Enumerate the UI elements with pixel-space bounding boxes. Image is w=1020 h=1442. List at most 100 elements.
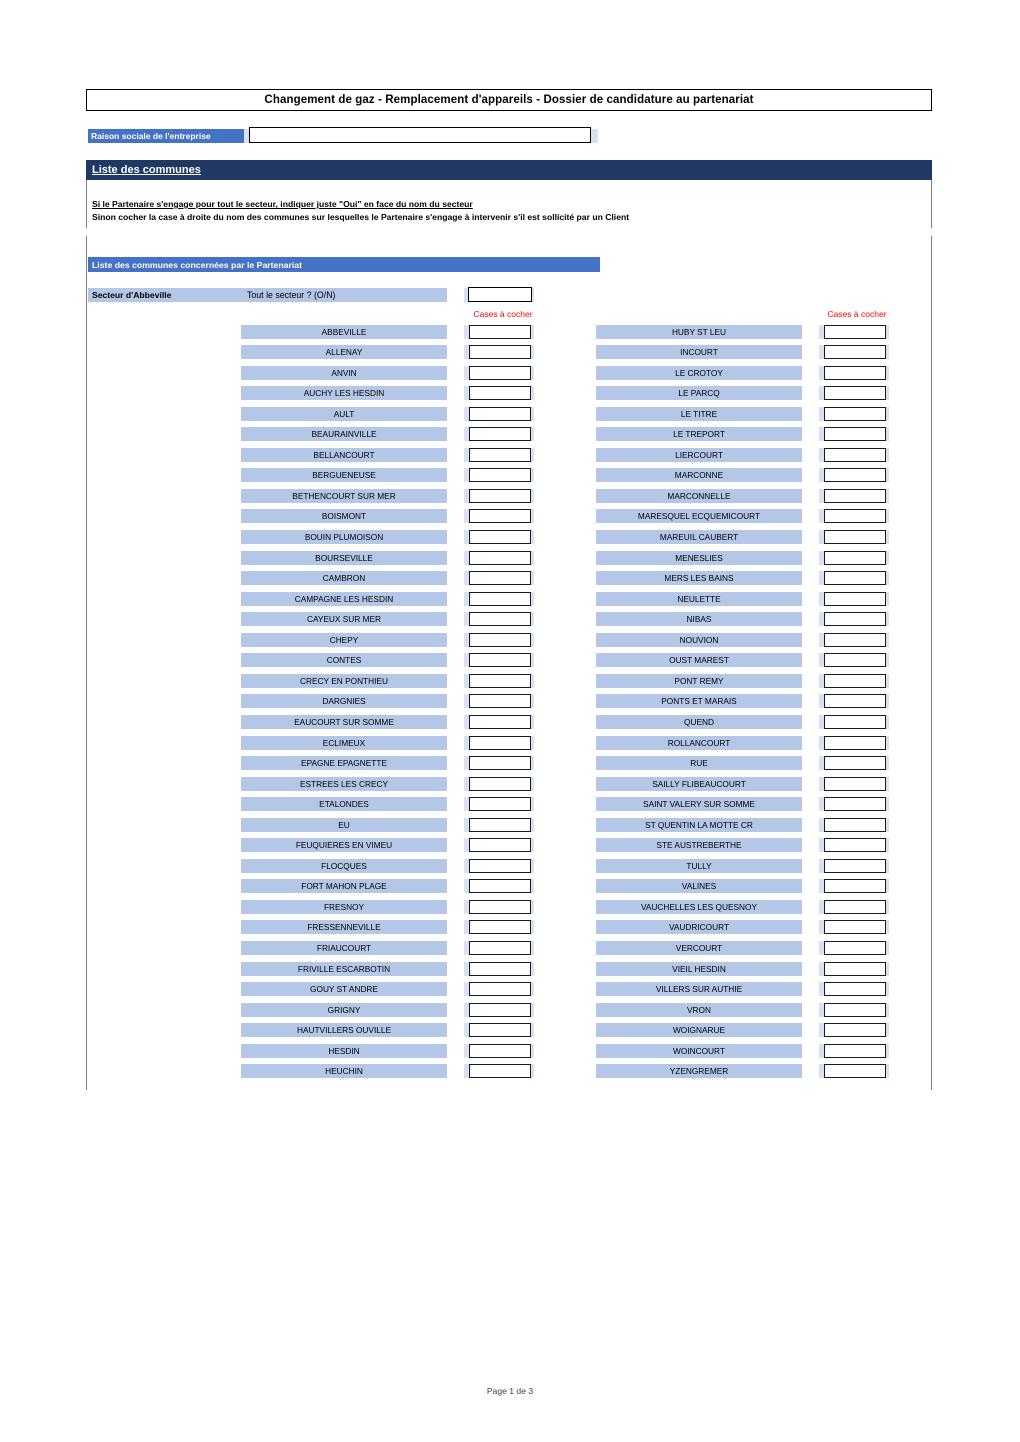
instruction-line-1: Si le Partenaire s'engage pour tout le s…: [92, 199, 473, 209]
commune-checkbox[interactable]: [824, 632, 886, 647]
commune-checkbox[interactable]: [824, 776, 886, 791]
commune-name-label: LIERCOURT: [596, 447, 802, 462]
commune-row: MENESLIES: [0, 550, 940, 565]
commune-row: WOINCOURT: [0, 1043, 940, 1058]
section-header-liste-des-communes: Liste des communes: [86, 160, 932, 180]
commune-checkbox[interactable]: [824, 530, 886, 544]
commune-name-label: MENESLIES: [596, 550, 802, 565]
company-name-input[interactable]: [249, 127, 591, 143]
commune-row: OUST MAREST: [0, 653, 940, 668]
checkbox-column-label-right: Cases à cocher: [827, 309, 887, 319]
commune-name-label: STE AUSTREBERTHE: [596, 838, 802, 853]
commune-name-label: VAUCHELLES LES QUESNOY: [596, 899, 802, 914]
commune-checkbox[interactable]: [824, 612, 886, 627]
commune-name-label: QUEND: [596, 714, 802, 729]
commune-checkbox[interactable]: [824, 386, 886, 401]
commune-name-label: OUST MAREST: [596, 653, 802, 668]
sector-question-label: Tout le secteur ? (O/N): [247, 290, 336, 300]
commune-checkbox[interactable]: [824, 858, 886, 873]
commune-checkbox[interactable]: [824, 714, 886, 729]
commune-row: RUE: [0, 756, 940, 771]
instruction-line-2: Sinon cocher la case à droite du nom des…: [92, 212, 630, 222]
commune-checkbox[interactable]: [824, 406, 886, 421]
sector-name-label: Secteur d'Abbeville: [92, 290, 172, 300]
commune-checkbox[interactable]: [824, 797, 886, 812]
commune-name-label: SAINT VALERY SUR SOMME: [596, 797, 802, 812]
sector-answer-input[interactable]: [468, 287, 532, 302]
commune-name-label: HUBY ST LEU: [596, 324, 802, 339]
commune-row: TULLY: [0, 858, 940, 873]
commune-checkbox[interactable]: [824, 591, 886, 606]
commune-name-label: VRON: [596, 1002, 802, 1017]
commune-name-label: LE TITRE: [596, 406, 802, 421]
commune-name-label: MERS LES BAINS: [596, 571, 802, 586]
commune-checkbox[interactable]: [824, 735, 886, 750]
commune-row: MAREUIL CAUBERT: [0, 530, 940, 544]
commune-row: STE AUSTREBERTHE: [0, 838, 940, 853]
commune-checkbox[interactable]: [824, 1064, 886, 1079]
commune-row: MARCONNELLE: [0, 488, 940, 503]
commune-name-label: WOIGNARUE: [596, 1023, 802, 1038]
commune-row: SAILLY FLIBEAUCOURT: [0, 776, 940, 791]
commune-row: INCOURT: [0, 345, 940, 360]
commune-checkbox[interactable]: [824, 756, 886, 771]
commune-row: VALINES: [0, 879, 940, 894]
commune-checkbox[interactable]: [824, 817, 886, 832]
commune-row: NOUVION: [0, 632, 940, 647]
commune-name-label: LE CROTOY: [596, 365, 802, 380]
commune-checkbox[interactable]: [824, 961, 886, 976]
commune-checkbox[interactable]: [824, 1043, 886, 1058]
commune-checkbox[interactable]: [824, 571, 886, 586]
commune-row: ST QUENTIN LA MOTTE CR: [0, 817, 940, 832]
commune-checkbox[interactable]: [824, 468, 886, 483]
commune-name-label: YZENGREMER: [596, 1064, 802, 1079]
commune-row: MARESQUEL ECQUEMICOURT: [0, 509, 940, 524]
commune-row: YZENGREMER: [0, 1064, 940, 1079]
commune-checkbox[interactable]: [824, 694, 886, 709]
commune-row: QUEND: [0, 714, 940, 729]
commune-checkbox[interactable]: [824, 879, 886, 894]
commune-checkbox[interactable]: [824, 838, 886, 853]
commune-row: VILLERS SUR AUTHIE: [0, 982, 940, 997]
commune-checkbox[interactable]: [824, 653, 886, 668]
commune-name-label: ST QUENTIN LA MOTTE CR: [596, 817, 802, 832]
commune-checkbox[interactable]: [824, 920, 886, 935]
commune-checkbox[interactable]: [824, 1002, 886, 1017]
commune-name-label: LE TREPORT: [596, 427, 802, 442]
commune-checkbox[interactable]: [824, 447, 886, 462]
commune-name-label: VAUDRICOURT: [596, 920, 802, 935]
commune-checkbox[interactable]: [824, 982, 886, 997]
commune-row: MARCONNE: [0, 468, 940, 483]
commune-row: VAUCHELLES LES QUESNOY: [0, 899, 940, 914]
commune-row: NIBAS: [0, 612, 940, 627]
commune-name-label: MARCONNE: [596, 468, 802, 483]
commune-name-label: VILLERS SUR AUTHIE: [596, 982, 802, 997]
commune-name-label: INCOURT: [596, 345, 802, 360]
commune-row: VRON: [0, 1002, 940, 1017]
commune-name-label: VIEIL HESDIN: [596, 961, 802, 976]
commune-name-label: LE PARCQ: [596, 386, 802, 401]
commune-checkbox[interactable]: [824, 324, 886, 339]
commune-checkbox[interactable]: [824, 427, 886, 442]
commune-row: VIEIL HESDIN: [0, 961, 940, 976]
commune-checkbox[interactable]: [824, 509, 886, 524]
document-title-box: Changement de gaz - Remplacement d'appar…: [86, 89, 932, 111]
commune-checkbox[interactable]: [824, 673, 886, 688]
commune-checkbox[interactable]: [824, 365, 886, 380]
commune-name-label: MARESQUEL ECQUEMICOURT: [596, 509, 802, 524]
commune-name-label: PONTS ET MARAIS: [596, 694, 802, 709]
commune-checkbox[interactable]: [824, 1023, 886, 1038]
commune-row: PONTS ET MARAIS: [0, 694, 940, 709]
section-header-label: Liste des communes: [92, 164, 201, 176]
commune-checkbox[interactable]: [824, 899, 886, 914]
commune-row: VERCOURT: [0, 941, 940, 955]
commune-name-label: ROLLANCOURT: [596, 735, 802, 750]
subsection-header-communes-partenariat: Liste des communes concernées par le Par…: [88, 257, 600, 272]
commune-checkbox[interactable]: [824, 488, 886, 503]
commune-checkbox[interactable]: [824, 941, 886, 955]
commune-checkbox[interactable]: [824, 550, 886, 565]
commune-row: NEULETTE: [0, 591, 940, 606]
commune-row: LE TITRE: [0, 406, 940, 421]
commune-name-label: WOINCOURT: [596, 1043, 802, 1058]
commune-checkbox[interactable]: [824, 345, 886, 360]
